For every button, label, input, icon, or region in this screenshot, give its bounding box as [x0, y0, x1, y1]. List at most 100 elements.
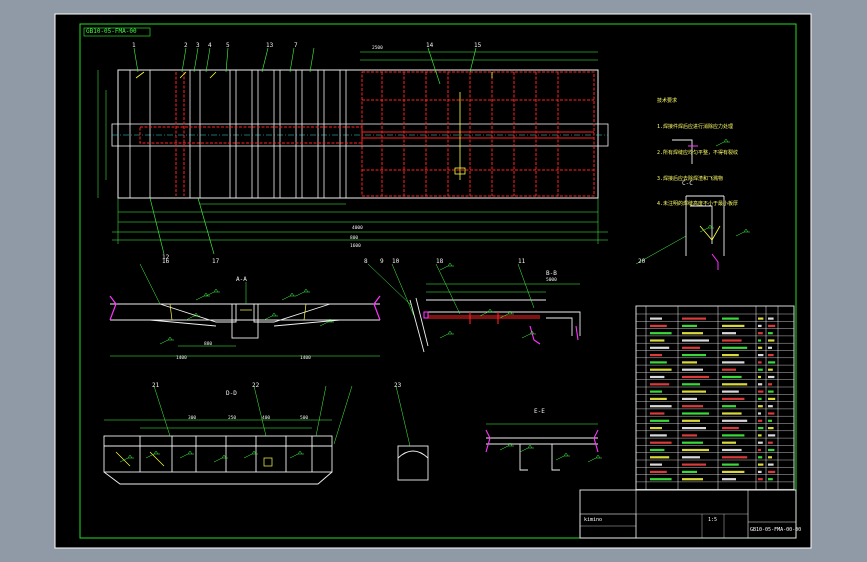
dimension-9: 500 [300, 416, 309, 421]
dimension-10: 800 [350, 236, 359, 241]
bom-cell-mark [768, 317, 774, 320]
bom-cell-mark [650, 324, 667, 327]
notes-title: 技术要求 [657, 98, 678, 105]
bom-cell-mark [682, 419, 700, 422]
bom-cell-mark [650, 346, 670, 349]
bom-cell-mark [758, 346, 763, 349]
balloon-18: 18 [436, 258, 444, 265]
bom-cell-mark [682, 448, 709, 452]
bom-cell-mark [758, 383, 763, 386]
balloon-2: 2 [184, 42, 188, 49]
bom-cell-mark [722, 346, 748, 349]
bom-cell-mark [768, 390, 774, 393]
bom-cell-mark [650, 434, 667, 437]
dimension-8: 400 [262, 416, 271, 421]
bom-cell-mark [722, 441, 736, 444]
bom-cell-mark [758, 361, 762, 364]
bom-cell-mark [758, 441, 763, 444]
designer-name: kimino [584, 517, 603, 523]
balloon-5: 5 [226, 42, 230, 49]
bom-cell-mark [768, 434, 776, 437]
bom-cell-mark [650, 339, 665, 342]
bom-cell-mark [768, 324, 776, 327]
bom-cell-mark [758, 412, 761, 415]
balloon-10: 10 [392, 258, 400, 265]
bom-cell-mark [682, 317, 706, 320]
bom-cell-mark [758, 324, 762, 327]
bom-cell-mark [768, 375, 775, 379]
bom-cell-mark [758, 419, 763, 422]
dimension-4: 2500 [372, 46, 383, 51]
bom-cell-mark [768, 412, 775, 415]
bom-cell-mark [768, 339, 775, 342]
bom-cell-mark [682, 434, 697, 437]
balloon-8: 8 [364, 258, 368, 265]
bom-cell-mark [722, 317, 739, 320]
balloon-9: 9 [380, 258, 384, 265]
bom-cell-mark [650, 412, 665, 415]
bom-cell-mark [722, 332, 736, 335]
bom-cell-mark [768, 441, 773, 444]
bom-cell-mark [758, 397, 762, 400]
balloon-17: 17 [212, 258, 220, 265]
technical-notes: 技术要求 1.焊接件焊后应进行消除应力处理 2.所有焊缝应均匀平整，不得有裂纹 … [657, 80, 738, 218]
bom-cell-mark [758, 427, 764, 430]
bom-cell-mark [650, 448, 665, 452]
bom-cell-mark [768, 470, 776, 473]
dimension-1: 880 [204, 342, 213, 347]
bom-cell-mark [682, 397, 697, 400]
balloon-15: 15 [474, 42, 482, 49]
note-line-4: 4.未注明的焊缝高度不小于最小板厚 [657, 201, 739, 208]
bom-cell-mark [650, 332, 672, 335]
balloon-22: 22 [252, 382, 260, 389]
bom-cell-mark [722, 383, 748, 386]
bom-cell-mark [722, 375, 742, 379]
balloon-20: 20 [638, 258, 646, 265]
bom-cell-mark [650, 361, 667, 364]
bom-cell-mark [650, 390, 662, 393]
drawing-code: GB10-05-FMA-00-00 [750, 527, 802, 533]
dimension-0: 1400 [176, 356, 187, 361]
bom-cell-mark [682, 332, 703, 335]
bom-cell-mark [682, 470, 697, 473]
bom-cell-mark [682, 339, 709, 342]
section-label-ee: E-E [534, 408, 545, 415]
balloon-11: 11 [518, 258, 526, 265]
balloon-3: 3 [196, 42, 200, 49]
bom-cell-mark [768, 405, 773, 408]
bom-cell-mark [768, 397, 776, 400]
bom-cell-mark [768, 478, 773, 481]
dimension-11: 1600 [350, 244, 361, 249]
balloon-1: 1 [132, 42, 136, 49]
dimension-5: 5000 [546, 278, 557, 283]
bom-cell-mark [682, 441, 703, 444]
bom-cell-mark [768, 368, 773, 371]
bom-cell-mark [682, 324, 697, 327]
note-line-2: 2.所有焊缝应均匀平整，不得有裂纹 [657, 149, 739, 156]
bom-cell-mark [722, 463, 739, 466]
bom-cell-mark [758, 434, 762, 437]
dimension-3: 4000 [352, 226, 363, 231]
bom-cell-mark [650, 368, 672, 371]
bom-cell-mark [722, 324, 745, 327]
bom-cell-mark [722, 419, 748, 422]
bom-cell-mark [650, 317, 662, 320]
bom-cell-mark [768, 456, 772, 459]
section-label-bb: B-B [546, 270, 557, 277]
bom-cell-mark [758, 354, 764, 357]
note-line-3: 3.焊接后应去除焊渣和飞溅物 [657, 175, 724, 182]
bom-cell-mark [682, 456, 700, 459]
bom-cell-mark [768, 354, 774, 357]
section-label-aa: A-A [236, 276, 247, 283]
bom-cell-mark [722, 354, 739, 357]
bom-cell-mark [682, 390, 706, 393]
bom-cell-mark [722, 397, 745, 400]
bom-cell-mark [650, 470, 667, 473]
bom-cell-mark [650, 478, 672, 481]
bom-cell-mark [758, 375, 761, 379]
bom-cell-mark [722, 427, 739, 430]
section-label-dd: D-D [226, 390, 237, 397]
balloon-7: 7 [294, 42, 298, 49]
bom-cell-mark [722, 339, 742, 342]
bom-cell-mark [682, 368, 703, 371]
